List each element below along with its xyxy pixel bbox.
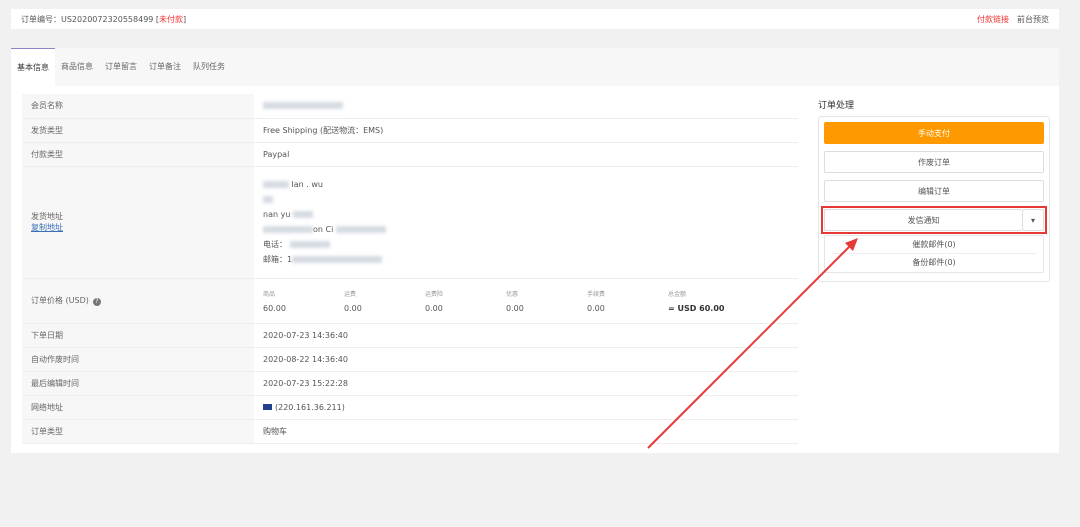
annotation-arrow-icon [647,238,858,449]
